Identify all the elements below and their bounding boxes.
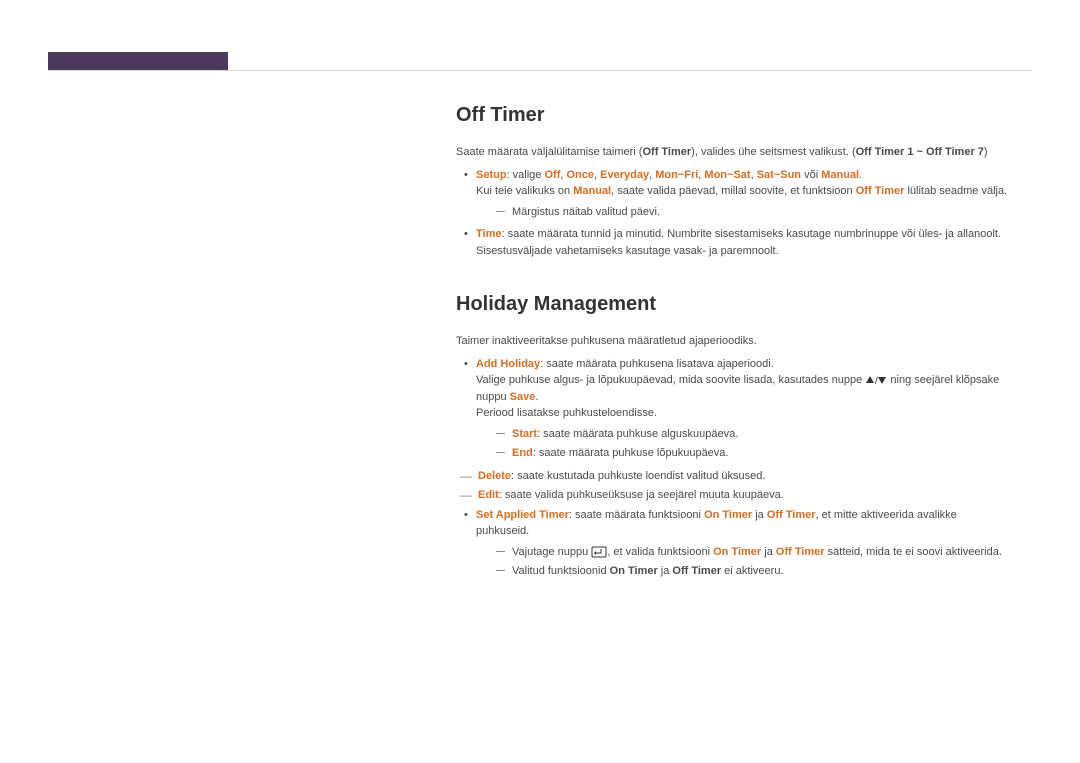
text: lülitab seadme välja. xyxy=(904,185,1007,197)
text: , et valida funktsiooni xyxy=(607,546,713,558)
text: ei aktiveeru. xyxy=(721,565,783,577)
end-label: End xyxy=(512,447,533,459)
time-text: : saate määrata tunnid ja minutid. Numbr… xyxy=(476,228,1001,257)
off-timer-heading: Off Timer xyxy=(456,100,1010,130)
opt-manual: Manual xyxy=(821,169,859,181)
text: : saate valida puhkuseüksuse ja seejärel… xyxy=(499,489,784,501)
text: : saate määrata puhkuse lõpukuupäeva. xyxy=(533,447,729,459)
text: : saate määrata puhkusena lisatava ajape… xyxy=(540,358,774,370)
setup-sublist: Märgistus näitab valitud päevi. xyxy=(476,204,1010,221)
text: : saate määrata funktsiooni xyxy=(569,509,704,521)
opt-monsat: Mon~Sat xyxy=(704,169,750,181)
start-label: Start xyxy=(512,428,537,440)
text: Valige puhkuse algus- ja lõpukuupäevad, … xyxy=(476,374,865,386)
text: , saate valida päevad, millal soovite, e… xyxy=(611,185,856,197)
end-item: End: saate määrata puhkuse lõpukuupäeva. xyxy=(476,445,1010,462)
add-holiday-label: Add Holiday xyxy=(476,358,540,370)
holiday-double-dashes: Delete: saate kustutada puhkuste loendis… xyxy=(456,468,1010,504)
text: Kui teie valikuks on xyxy=(476,185,573,197)
text: ), valides ühe seitsmest valikust. ( xyxy=(691,146,855,158)
holiday-list: Add Holiday: saate määrata puhkusena lis… xyxy=(456,356,1010,462)
time-item: Time: saate määrata tunnid ja minutid. N… xyxy=(456,226,1010,259)
off-timer-list: Setup: valige Off, Once, Everyday, Mon~F… xyxy=(456,167,1010,260)
off-timer-section: Off Timer Saate määrata väljalülitamise … xyxy=(456,100,1010,259)
enter-icon xyxy=(591,546,607,558)
top-rule xyxy=(48,70,1032,71)
save-label: Save xyxy=(510,391,536,403)
text: . xyxy=(535,391,538,403)
sat-sub2: Valitud funktsioonid On Timer ja Off Tim… xyxy=(476,563,1010,580)
on-timer-ref: On Timer xyxy=(704,509,752,521)
edit-label: Edit xyxy=(478,489,499,501)
opt-off: Off xyxy=(544,169,560,181)
sat-sublist: Vajutage nuppu , et valida funktsiooni O… xyxy=(476,544,1010,580)
page-content: Off Timer Saate määrata väljalülitamise … xyxy=(456,100,1010,610)
on-timer-ref2: On Timer xyxy=(713,546,761,558)
accent-bar xyxy=(48,52,228,70)
text: ja xyxy=(761,546,776,558)
time-label: Time xyxy=(476,228,501,240)
text: : saate määrata puhkuse alguskuupäeva. xyxy=(537,428,738,440)
off-timer-ref: Off Timer xyxy=(856,185,905,197)
manual-ref: Manual xyxy=(573,185,611,197)
on-timer-bold: On Timer xyxy=(610,565,658,577)
setup-sub1: Märgistus näitab valitud päevi. xyxy=(476,204,1010,221)
opt-satsun: Sat~Sun xyxy=(757,169,801,181)
text: : valige xyxy=(507,169,545,181)
holiday-intro: Taimer inaktiveeritakse puhkusena määrat… xyxy=(456,333,1010,350)
setup-label: Setup xyxy=(476,169,507,181)
text: : saate kustutada puhkuste loendist vali… xyxy=(511,470,765,482)
bold-off-timer: Off Timer xyxy=(642,146,691,158)
add-holiday-item: Add Holiday: saate määrata puhkusena lis… xyxy=(456,356,1010,462)
set-applied-timer-item: Set Applied Timer: saate määrata funktsi… xyxy=(456,507,1010,580)
text: Saate määrata väljalülitamise taimeri ( xyxy=(456,146,642,158)
off-timer-intro: Saate määrata väljalülitamise taimeri (O… xyxy=(456,144,1010,161)
start-item: Start: saate määrata puhkuse alguskuupäe… xyxy=(476,426,1010,443)
sat-sub1: Vajutage nuppu , et valida funktsiooni O… xyxy=(476,544,1010,561)
delete-item: Delete: saate kustutada puhkuste loendis… xyxy=(456,468,1010,485)
text: Vajutage nuppu xyxy=(512,546,591,558)
opt-everyday: Everyday xyxy=(600,169,649,181)
text: ) xyxy=(984,146,988,158)
add-holiday-sublist: Start: saate määrata puhkuse alguskuupäe… xyxy=(476,426,1010,462)
up-down-icon: / xyxy=(865,375,887,385)
text: ja xyxy=(658,565,673,577)
off-timer-ref2: Off Timer xyxy=(776,546,825,558)
sat-label: Set Applied Timer xyxy=(476,509,569,521)
holiday-heading: Holiday Management xyxy=(456,289,1010,319)
text: sätteid, mida te ei soovi aktiveerida. xyxy=(825,546,1002,558)
off-timer-bold: Off Timer xyxy=(672,565,721,577)
svg-text:/: / xyxy=(875,376,878,385)
delete-label: Delete xyxy=(478,470,511,482)
opt-once: Once xyxy=(567,169,595,181)
opt-monfri: Mon~Fri xyxy=(655,169,698,181)
text: või xyxy=(801,169,821,181)
holiday-section: Holiday Management Taimer inaktiveeritak… xyxy=(456,289,1010,580)
bold-off-timer-range: Off Timer 1 ~ Off Timer 7 xyxy=(856,146,984,158)
off-timer-ref: Off Timer xyxy=(767,509,816,521)
text: . xyxy=(859,169,862,181)
edit-item: Edit: saate valida puhkuseüksuse ja seej… xyxy=(456,487,1010,504)
text: ja xyxy=(752,509,767,521)
set-applied-timer-list: Set Applied Timer: saate määrata funktsi… xyxy=(456,507,1010,580)
text: Valitud funktsioonid xyxy=(512,565,610,577)
setup-item: Setup: valige Off, Once, Everyday, Mon~F… xyxy=(456,167,1010,221)
text: Periood lisatakse puhkusteloendisse. xyxy=(476,407,657,419)
